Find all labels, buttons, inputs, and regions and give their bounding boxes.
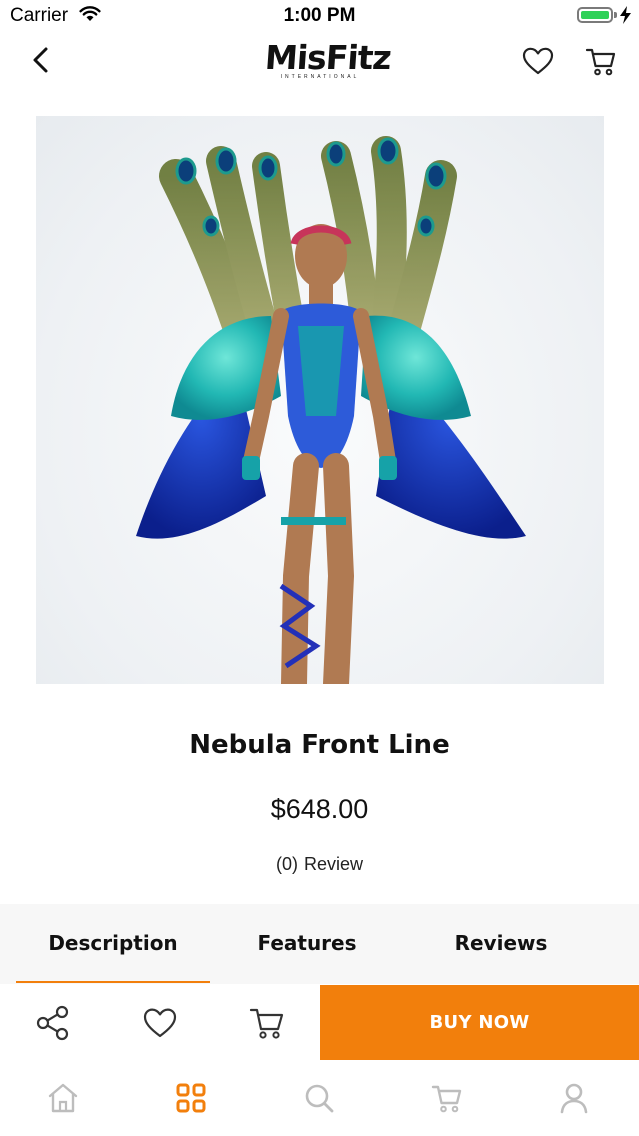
search-icon[interactable] bbox=[302, 1081, 336, 1115]
detail-tabs: Description Features Reviews bbox=[0, 904, 639, 984]
user-icon[interactable] bbox=[557, 1081, 591, 1115]
add-to-cart-icon[interactable] bbox=[248, 1004, 286, 1042]
cart-icon[interactable] bbox=[430, 1081, 464, 1115]
battery-level bbox=[581, 11, 609, 19]
product-image[interactable] bbox=[36, 116, 604, 684]
tab-reviews[interactable]: Reviews bbox=[404, 904, 598, 984]
add-to-wishlist-heart-icon[interactable] bbox=[141, 1004, 179, 1042]
wishlist-heart-icon[interactable] bbox=[521, 44, 555, 78]
review-label: Review bbox=[303, 854, 364, 874]
home-icon[interactable] bbox=[46, 1081, 80, 1115]
review-count: (0) bbox=[275, 854, 298, 874]
product-price: $648.00 bbox=[270, 794, 369, 824]
status-time: 1:00 PM bbox=[283, 5, 356, 26]
buy-now-button[interactable]: BUY NOW bbox=[320, 985, 639, 1060]
cart-icon[interactable] bbox=[584, 44, 618, 78]
battery-icon bbox=[577, 7, 613, 23]
active-tab-indicator bbox=[16, 981, 210, 983]
brand-logo[interactable]: MisFitz INTERNATIONAL bbox=[263, 38, 393, 86]
logo-wordmark: MisFitz bbox=[263, 38, 393, 77]
tab-features[interactable]: Features bbox=[210, 904, 404, 984]
product-title: Nebula Front Line bbox=[189, 730, 450, 760]
share-icon[interactable] bbox=[34, 1004, 72, 1042]
grid-icon[interactable] bbox=[174, 1081, 208, 1115]
charging-bolt-icon bbox=[620, 6, 631, 29]
costume-illustration bbox=[136, 136, 526, 684]
battery-cap bbox=[614, 12, 617, 18]
back-chevron-icon[interactable] bbox=[26, 44, 58, 76]
tab-description[interactable]: Description bbox=[16, 904, 210, 984]
review-summary[interactable]: (0) Review bbox=[0, 854, 639, 875]
